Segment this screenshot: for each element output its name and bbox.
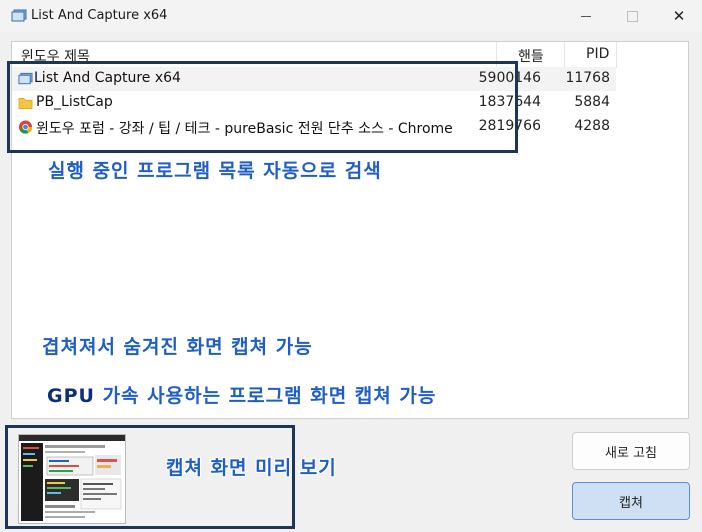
- overlap-annotation: 겹쳐져서 숨겨진 화면 캡쳐 가능: [42, 336, 313, 358]
- preview-annotation: 캡쳐 화면 미리 보기: [166, 457, 337, 479]
- gpu-label: GPU: [47, 385, 95, 407]
- minimize-icon: [581, 15, 591, 17]
- row-pid: 4288: [574, 118, 610, 134]
- close-icon: ✕: [672, 7, 686, 25]
- list-annotation: 실행 중인 프로그램 목록 자동으로 검색: [48, 160, 382, 182]
- column-divider[interactable]: [564, 42, 565, 68]
- app-icon: [11, 9, 27, 22]
- list-highlight-box: [7, 61, 518, 153]
- row-pid: 5884: [574, 94, 610, 110]
- refresh-button[interactable]: 새로 고침: [572, 432, 690, 470]
- row-pid: 11768: [565, 70, 610, 86]
- gpu-annotation: GPU 가속 사용하는 프로그램 화면 캡쳐 가능: [47, 381, 436, 408]
- capture-button[interactable]: 캡쳐: [572, 482, 690, 520]
- column-divider[interactable]: [616, 42, 617, 68]
- maximize-icon: [626, 10, 638, 22]
- maximize-button[interactable]: [609, 0, 655, 32]
- title-bar: List And Capture x64 ✕: [0, 0, 702, 32]
- gpu-annotation-text: 가속 사용하는 프로그램 화면 캡쳐 가능: [94, 385, 437, 407]
- window-title: List And Capture x64: [31, 8, 168, 23]
- minimize-button[interactable]: [563, 0, 609, 32]
- close-button[interactable]: ✕: [656, 0, 702, 32]
